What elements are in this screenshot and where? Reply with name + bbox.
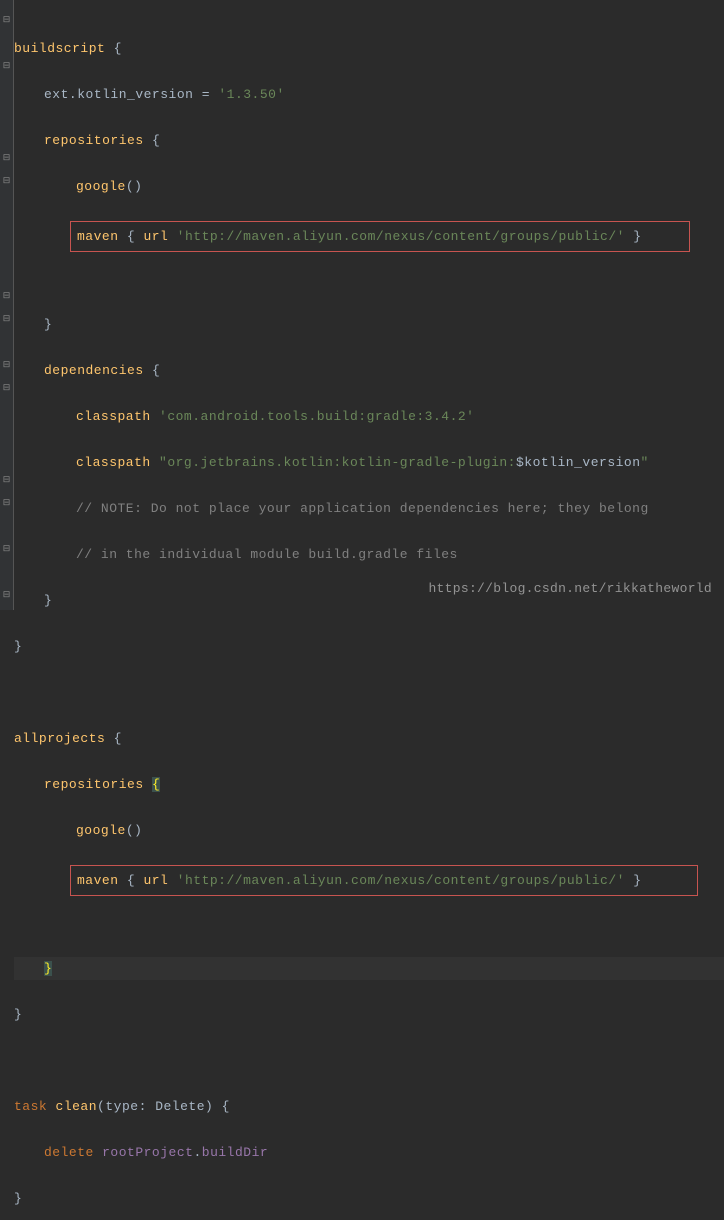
fold-icon[interactable]: ⊟ bbox=[1, 291, 12, 302]
fold-icon[interactable]: ⊟ bbox=[1, 360, 12, 371]
fold-icon[interactable]: ⊟ bbox=[1, 498, 12, 509]
code-line: buildscript { bbox=[14, 37, 724, 60]
code-line: classpath 'com.android.tools.build:gradl… bbox=[14, 405, 724, 428]
code-line: google() bbox=[14, 819, 724, 842]
fold-icon[interactable]: ⊟ bbox=[1, 314, 12, 325]
code-line: } bbox=[14, 313, 724, 336]
highlighted-maven-line: maven { url 'http://maven.aliyun.com/nex… bbox=[70, 221, 690, 252]
code-editor[interactable]: buildscript { ext.kotlin_version = '1.3.… bbox=[0, 0, 724, 1220]
fold-icon[interactable]: ⊟ bbox=[1, 475, 12, 486]
code-line: classpath "org.jetbrains.kotlin:kotlin-g… bbox=[14, 451, 724, 474]
code-line: } bbox=[14, 1187, 724, 1210]
current-line: } bbox=[14, 957, 724, 980]
fold-icon[interactable]: ⊟ bbox=[1, 61, 12, 72]
code-line: ext.kotlin_version = '1.3.50' bbox=[14, 83, 724, 106]
code-line: // NOTE: Do not place your application d… bbox=[14, 497, 724, 520]
code-line: repositories { bbox=[14, 773, 724, 796]
fold-icon[interactable]: ⊟ bbox=[1, 153, 12, 164]
code-line: dependencies { bbox=[14, 359, 724, 382]
code-line bbox=[14, 267, 724, 290]
code-line: maven { url 'http://maven.aliyun.com/nex… bbox=[14, 221, 724, 244]
fold-icon[interactable]: ⊟ bbox=[1, 383, 12, 394]
code-line: task clean(type: Delete) { bbox=[14, 1095, 724, 1118]
code-line: allprojects { bbox=[14, 727, 724, 750]
fold-icon[interactable]: ⊟ bbox=[1, 15, 12, 26]
code-line: google() bbox=[14, 175, 724, 198]
matched-brace: } bbox=[44, 961, 52, 976]
code-line: repositories { bbox=[14, 129, 724, 152]
code-line bbox=[14, 911, 724, 934]
code-line: // in the individual module build.gradle… bbox=[14, 543, 724, 566]
code-line: } bbox=[14, 635, 724, 658]
highlighted-maven-line: maven { url 'http://maven.aliyun.com/nex… bbox=[70, 865, 698, 896]
gutter: ⊟ ⊟ ⊟ ⊟ ⊟ ⊟ ⊟ ⊟ ⊟ ⊟ ⊟ ⊟ bbox=[0, 0, 14, 610]
code-line bbox=[14, 681, 724, 704]
matched-brace: { bbox=[152, 777, 160, 792]
code-line: delete rootProject.buildDir bbox=[14, 1141, 724, 1164]
fold-icon[interactable]: ⊟ bbox=[1, 176, 12, 187]
watermark-text: https://blog.csdn.net/rikkatheworld bbox=[428, 581, 712, 596]
token-buildscript: buildscript bbox=[14, 41, 105, 56]
fold-icon[interactable]: ⊟ bbox=[1, 544, 12, 555]
fold-icon[interactable]: ⊟ bbox=[1, 590, 12, 601]
code-line: } bbox=[14, 1003, 724, 1026]
code-line: maven { url 'http://maven.aliyun.com/nex… bbox=[14, 865, 724, 888]
code-line bbox=[14, 1049, 724, 1072]
